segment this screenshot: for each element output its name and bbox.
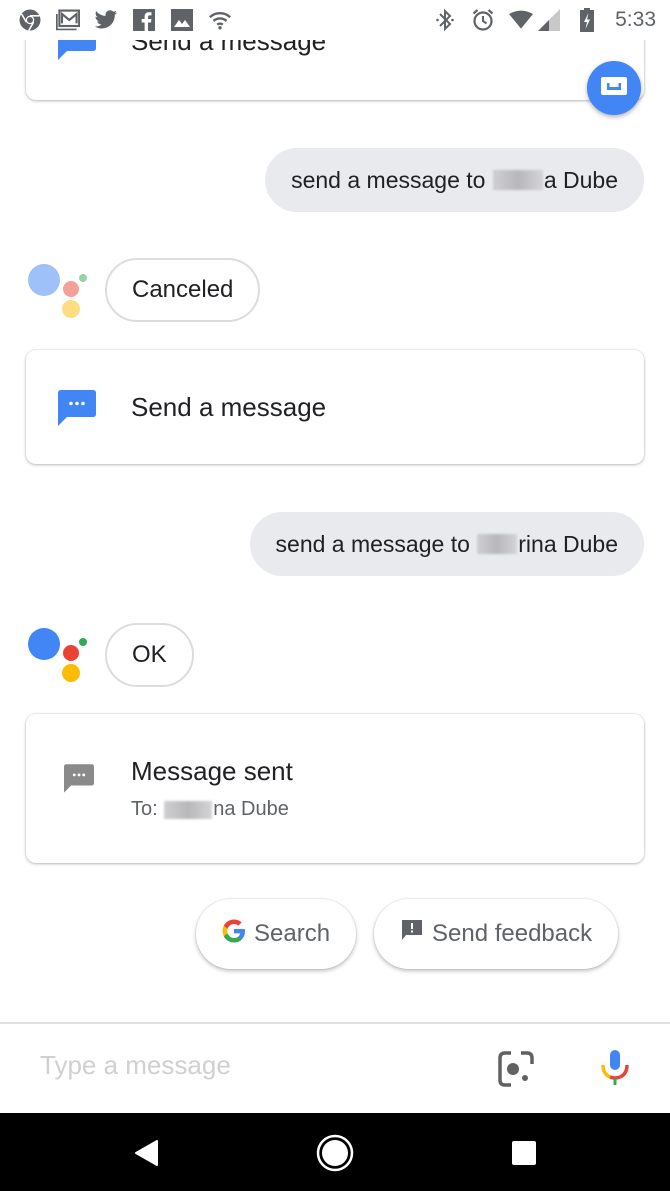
chip-label: Send feedback [432, 920, 593, 947]
feedback-icon [400, 919, 424, 950]
search-chip[interactable]: Search [196, 899, 357, 969]
card-title: Send a message [131, 392, 327, 422]
card-title: Message sent [131, 756, 293, 786]
redacted-name [164, 800, 213, 819]
mic-icon [601, 1050, 629, 1085]
assistant-logo [27, 258, 89, 320]
battery-charging-icon [575, 8, 599, 32]
lens-icon [498, 1051, 534, 1087]
recents-button[interactable] [502, 1131, 546, 1175]
wifi-signal-icon [509, 8, 534, 32]
chip-label: Search [254, 920, 331, 947]
home-button[interactable] [313, 1131, 357, 1175]
gmail-icon [56, 8, 80, 32]
assistant-reply-bubble: Canceled [105, 258, 261, 322]
facebook-icon [132, 8, 156, 32]
message-icon [64, 764, 102, 804]
keyboard-icon [601, 76, 627, 100]
google-g-icon [222, 919, 246, 950]
gallery-icon [170, 8, 194, 32]
assistant-logo [27, 622, 89, 684]
message-input-bar [0, 1022, 670, 1113]
redacted-name [477, 534, 518, 554]
mic-button[interactable] [599, 1048, 631, 1090]
user-query-bubble: send a message to a Dube [265, 148, 644, 212]
message-icon [58, 390, 96, 430]
assistant-reply-bubble: OK [105, 623, 194, 687]
recipient-line: To: na Dube [131, 798, 289, 820]
home-icon [316, 1134, 354, 1172]
bluetooth-icon [433, 8, 457, 32]
back-icon [135, 1140, 158, 1166]
message-input[interactable] [40, 1050, 460, 1081]
conversation-scroll[interactable]: Send a message send a message to a Dube … [0, 0, 670, 1022]
cell-signal-icon [537, 8, 561, 32]
status-bar: 5:33 [0, 0, 670, 40]
chrome-icon [18, 8, 42, 32]
navigation-bar [0, 1113, 670, 1191]
twitter-icon [94, 8, 118, 32]
keyboard-button[interactable] [587, 61, 641, 115]
redacted-name [492, 170, 543, 190]
alarm-icon [471, 8, 495, 32]
clock-time: 5:33 [615, 8, 656, 31]
wifi-icon [208, 8, 232, 32]
user-query-bubble: send a message to rina Dube [249, 512, 644, 576]
recents-icon [512, 1141, 536, 1165]
send-feedback-chip[interactable]: Send feedback [374, 899, 619, 969]
lens-button[interactable] [497, 1050, 535, 1088]
back-button[interactable] [124, 1131, 168, 1175]
message-sent-card[interactable]: Message sent To: na Dube [26, 714, 644, 863]
send-message-card[interactable]: Send a message [26, 350, 644, 464]
